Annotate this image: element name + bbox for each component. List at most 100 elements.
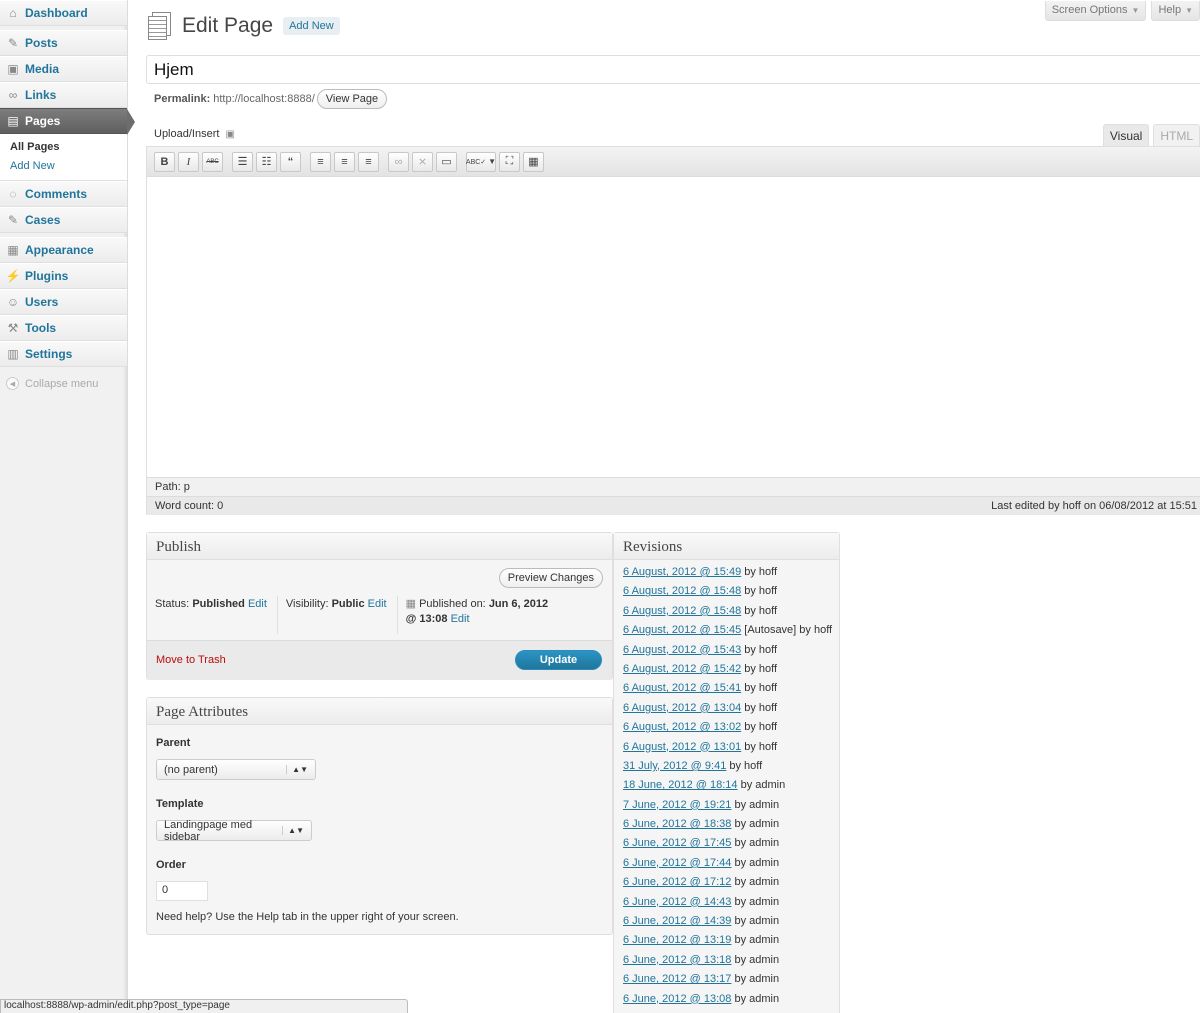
menu-links[interactable]: ∞ Links	[0, 82, 127, 108]
italic-button[interactable]: I	[178, 151, 199, 172]
revision-link[interactable]: 7 June, 2012 @ 19:21	[623, 799, 731, 811]
menu-settings[interactable]: ▥ Settings	[0, 341, 127, 367]
menu-label: Comments	[25, 187, 88, 201]
revision-author: by hoff	[741, 585, 778, 598]
preview-changes-button[interactable]: Preview Changes	[498, 568, 603, 588]
pin-icon: ✎	[7, 36, 19, 50]
tab-html[interactable]: HTML	[1153, 124, 1200, 147]
permalink-row: Permalink: http://localhost:8888/ View P…	[154, 89, 388, 109]
strikethrough-button[interactable]: ABC	[202, 151, 223, 172]
revision-link[interactable]: 18 June, 2012 @ 18:14	[623, 779, 738, 791]
revision-link[interactable]: 6 June, 2012 @ 18:38	[623, 818, 731, 830]
insert-link-icon[interactable]: ∞	[388, 151, 409, 172]
revision-link[interactable]: 6 August, 2012 @ 13:04	[623, 702, 741, 714]
revision-link[interactable]: 6 June, 2012 @ 13:19	[623, 934, 731, 946]
move-to-trash-link[interactable]: Move to Trash	[156, 654, 226, 666]
revision-link[interactable]: 6 August, 2012 @ 15:48	[623, 585, 741, 597]
collapse-menu[interactable]: ◀ Collapse menu	[0, 367, 127, 390]
menu-tools[interactable]: ⚒ Tools	[0, 315, 127, 341]
permalink-url: http://localhost:8888/	[213, 93, 315, 105]
revision-link[interactable]: 6 June, 2012 @ 13:18	[623, 954, 731, 966]
plugin-icon: ⚡	[5, 269, 21, 283]
revision-author: by admin	[737, 779, 786, 792]
insert-more-icon[interactable]: ▭	[436, 151, 457, 172]
blockquote-icon[interactable]: “	[280, 151, 301, 172]
revision-link[interactable]: 6 August, 2012 @ 13:02	[623, 721, 741, 733]
users-icon: ☺	[6, 295, 20, 309]
revision-link[interactable]: 6 August, 2012 @ 15:41	[623, 682, 741, 694]
publish-box: Publish Preview Changes Status: Publishe…	[146, 532, 613, 680]
visibility-value: Public	[331, 598, 365, 610]
tab-visual[interactable]: Visual	[1102, 124, 1150, 147]
appearance-icon: ▦	[7, 243, 19, 257]
revision-link[interactable]: 6 August, 2012 @ 15:49	[623, 566, 741, 578]
collapse-label: Collapse menu	[25, 377, 99, 390]
add-new-button[interactable]: Add New	[283, 17, 340, 35]
pin-icon: ✎	[7, 213, 19, 227]
revision-link[interactable]: 6 August, 2012 @ 15:43	[623, 644, 741, 656]
revision-link[interactable]: 6 June, 2012 @ 14:43	[623, 896, 731, 908]
editor-tabs: Visual HTML	[1099, 124, 1200, 147]
menu-media[interactable]: ▣ Media	[0, 56, 127, 82]
align-center-icon[interactable]: ≡	[334, 151, 355, 172]
menu-plugins[interactable]: ⚡ Plugins	[0, 263, 127, 289]
revision-link[interactable]: 6 August, 2012 @ 15:48	[623, 605, 741, 617]
revision-author: by hoff	[726, 759, 763, 772]
order-input[interactable]: 0	[156, 881, 208, 901]
align-left-icon[interactable]: ≡	[310, 151, 331, 172]
revision-author: by hoff	[741, 721, 778, 734]
published-date: Jun 6, 2012	[488, 598, 549, 610]
revision-link[interactable]: 31 July, 2012 @ 9:41	[623, 760, 726, 772]
menu-cases[interactable]: ✎ Cases	[0, 207, 127, 233]
bullet-list-icon[interactable]: ☰	[232, 151, 253, 172]
revision-item: 6 August, 2012 @ 15:43 by hoff	[623, 644, 830, 663]
revision-link[interactable]: 6 June, 2012 @ 17:44	[623, 857, 731, 869]
editor-body[interactable]	[147, 177, 1200, 477]
revision-link[interactable]: 6 June, 2012 @ 17:12	[623, 876, 731, 888]
add-media-icon[interactable]: ▣	[225, 129, 234, 140]
menu-comments[interactable]: ◌ Comments	[0, 181, 127, 207]
revision-link[interactable]: 6 August, 2012 @ 15:45	[623, 624, 741, 636]
screen-options-label: Screen Options	[1051, 4, 1128, 16]
view-page-button[interactable]: View Page	[316, 89, 388, 109]
submenu-add-new[interactable]: Add New	[10, 157, 127, 176]
menu-pages[interactable]: ▤ Pages	[0, 108, 135, 135]
edit-visibility-link[interactable]: Edit	[368, 598, 387, 610]
bold-button[interactable]: B	[154, 151, 175, 172]
numbered-list-icon[interactable]: ☷	[256, 151, 277, 172]
help-button[interactable]: Help ▼	[1151, 1, 1200, 21]
template-select[interactable]: Landingpage med sidebar ▲▼	[156, 819, 312, 843]
update-button[interactable]: Update	[515, 650, 602, 670]
revision-link[interactable]: 6 August, 2012 @ 15:42	[623, 663, 741, 675]
revision-author: by admin	[731, 798, 780, 811]
content-editor: B I ABC ☰ ☷ “ ≡ ≡ ≡ ∞ ⨯ ▭ ABC✓ ▼ ⛶ ▦ Path…	[146, 146, 1200, 515]
revision-link[interactable]: 6 June, 2012 @ 14:39	[623, 915, 731, 927]
align-right-icon[interactable]: ≡	[358, 151, 379, 172]
spellcheck-icon[interactable]: ABC✓ ▼	[466, 151, 496, 172]
revision-link[interactable]: 6 June, 2012 @ 17:45	[623, 837, 731, 849]
menu-users[interactable]: ☺ Users	[0, 289, 127, 315]
revision-author: [Autosave] by hoff	[741, 624, 833, 637]
comment-icon: ◌	[9, 187, 17, 201]
submenu-all-pages[interactable]: All Pages	[10, 138, 127, 157]
edit-status-link[interactable]: Edit	[248, 598, 267, 610]
edit-date-link[interactable]: Edit	[451, 613, 470, 625]
revision-item: 6 August, 2012 @ 15:49 by hoff	[623, 566, 830, 585]
revision-link[interactable]: 6 June, 2012 @ 13:08	[623, 993, 731, 1005]
menu-label: Pages	[25, 114, 61, 128]
post-title-input[interactable]: Hjem	[146, 55, 1200, 84]
menu-dashboard[interactable]: ⌂ Dashboard	[0, 0, 127, 26]
fullscreen-icon[interactable]: ⛶	[499, 151, 520, 172]
revision-link[interactable]: 6 August, 2012 @ 13:01	[623, 741, 741, 753]
menu-label: Media	[25, 62, 60, 76]
revision-item: 6 June, 2012 @ 13:17 by admin	[623, 973, 830, 992]
revision-link[interactable]: 6 June, 2012 @ 13:17	[623, 973, 731, 985]
menu-appearance[interactable]: ▦ Appearance	[0, 237, 127, 263]
screen-options-button[interactable]: Screen Options ▼	[1044, 1, 1147, 21]
kitchen-sink-icon[interactable]: ▦	[523, 151, 544, 172]
revision-item: 6 August, 2012 @ 15:48 by hoff	[623, 585, 830, 604]
parent-select[interactable]: (no parent) ▲▼	[156, 759, 316, 780]
unlink-icon[interactable]: ⨯	[412, 151, 433, 172]
editor-toolbar: B I ABC ☰ ☷ “ ≡ ≡ ≡ ∞ ⨯ ▭ ABC✓ ▼ ⛶ ▦	[147, 147, 1200, 177]
menu-posts[interactable]: ✎ Posts	[0, 30, 127, 56]
